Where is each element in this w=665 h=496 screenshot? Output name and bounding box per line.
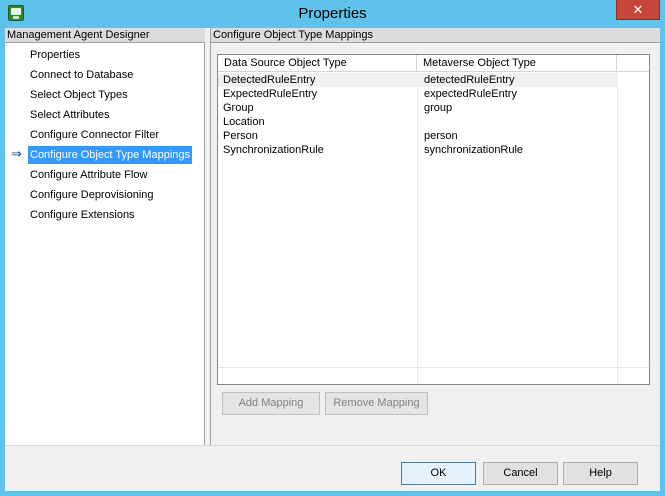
cancel-button[interactable]: Cancel (483, 462, 558, 485)
nav-item-configure-object-type-mappings[interactable]: ⇒ Configure Object Type Mappings (5, 146, 205, 166)
content-pane-header: Configure Object Type Mappings (211, 28, 660, 43)
nav-item-label: Configure Attribute Flow (30, 169, 148, 181)
designer-nav-pane: Management Agent Designer Properties Con… (5, 28, 205, 445)
table-row[interactable]: ExpectedRuleEntry expectedRuleEntry (218, 87, 649, 101)
data-source-object-type-cell: Location (223, 116, 265, 128)
column-header-metaverse-object-type[interactable]: Metaverse Object Type (417, 55, 617, 72)
nav-item-label: Select Object Types (30, 89, 128, 101)
designer-nav-list: Properties Connect to Database Select Ob… (5, 46, 205, 226)
designer-nav-header: Management Agent Designer (5, 28, 205, 43)
table-row[interactable]: Group group (218, 101, 649, 115)
data-source-object-type-cell: SynchronizationRule (223, 144, 324, 156)
content-pane: Configure Object Type Mappings Data Sour… (210, 28, 660, 445)
window-title: Properties (298, 5, 367, 22)
add-mapping-button[interactable]: Add Mapping (222, 392, 320, 415)
table-row[interactable]: DetectedRuleEntry detectedRuleEntry (218, 73, 617, 87)
client-area: Management Agent Designer Properties Con… (5, 28, 660, 491)
nav-item-label: Properties (30, 49, 81, 61)
nav-item-select-attributes[interactable]: Select Attributes (5, 106, 205, 126)
list-rows: DetectedRuleEntry detectedRuleEntry Expe… (218, 73, 649, 157)
data-source-object-type-cell: ExpectedRuleEntry (223, 88, 318, 100)
data-source-object-type-cell: Person (223, 130, 258, 142)
nav-item-properties[interactable]: Properties (5, 46, 205, 66)
help-button[interactable]: Help (563, 462, 638, 485)
nav-item-label: Configure Object Type Mappings (28, 146, 192, 164)
nav-item-label: Connect to Database (30, 69, 134, 81)
nav-item-connect-to-database[interactable]: Connect to Database (5, 66, 205, 86)
metaverse-object-type-cell: synchronizationRule (424, 144, 524, 156)
close-button[interactable]: ✕ (616, 0, 660, 20)
table-row[interactable]: Location (218, 115, 649, 129)
data-source-object-type-cell: Group (223, 102, 254, 114)
dialog-button-bar: OK Cancel Help (5, 445, 660, 491)
metaverse-object-type-cell: person (424, 130, 458, 142)
data-source-object-type-cell: DetectedRuleEntry (223, 74, 316, 86)
nav-item-configure-attribute-flow[interactable]: Configure Attribute Flow (5, 166, 205, 186)
metaverse-object-type-cell: detectedRuleEntry (424, 74, 515, 86)
metaverse-object-type-cell: expectedRuleEntry (424, 88, 517, 100)
metaverse-object-type-cell: group (424, 102, 453, 114)
nav-item-label: Configure Connector Filter (30, 129, 160, 141)
nav-item-label: Configure Extensions (30, 209, 135, 221)
nav-item-label: Select Attributes (30, 109, 110, 121)
current-step-arrow-icon: ⇒ (11, 146, 22, 161)
title-bar[interactable]: Properties ✕ (0, 0, 665, 28)
nav-item-configure-deprovisioning[interactable]: Configure Deprovisioning (5, 186, 205, 206)
column-header-filler (617, 55, 649, 72)
ok-button[interactable]: OK (401, 462, 476, 485)
table-row[interactable]: Person person (218, 129, 649, 143)
nav-item-configure-connector-filter[interactable]: Configure Connector Filter (5, 126, 205, 146)
table-row[interactable]: SynchronizationRule synchronizationRule (218, 143, 649, 157)
object-type-mappings-list[interactable]: Data Source Object Type Metaverse Object… (217, 54, 650, 385)
column-header-data-source-object-type[interactable]: Data Source Object Type (218, 55, 417, 72)
properties-window: Properties ✕ Management Agent Designer P… (0, 0, 665, 496)
nav-item-label: Configure Deprovisioning (30, 189, 154, 201)
remove-mapping-button[interactable]: Remove Mapping (325, 392, 428, 415)
nav-item-select-object-types[interactable]: Select Object Types (5, 86, 205, 106)
list-header: Data Source Object Type Metaverse Object… (218, 55, 649, 72)
list-bottom-area (218, 367, 649, 384)
nav-item-configure-extensions[interactable]: Configure Extensions (5, 206, 205, 226)
